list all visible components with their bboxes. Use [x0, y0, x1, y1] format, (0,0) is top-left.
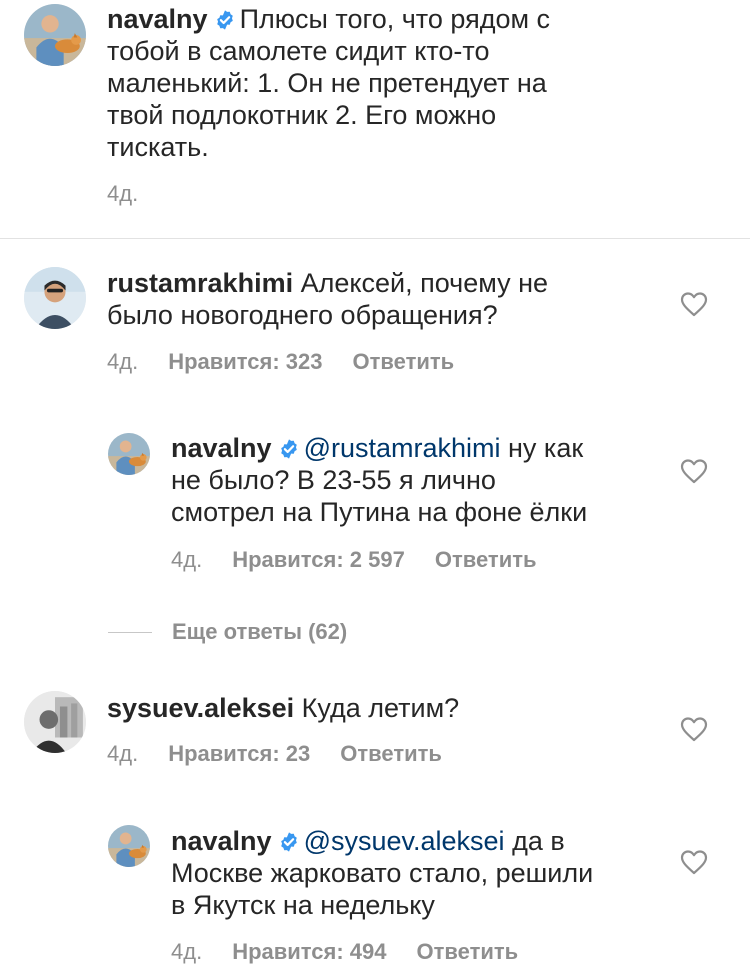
avatar[interactable] — [24, 691, 86, 753]
timestamp: 4д. — [107, 741, 139, 766]
likes-count[interactable]: Нравится: 2 597 — [232, 547, 405, 573]
username-link[interactable]: sysuev.aleksei — [107, 693, 294, 723]
username-link[interactable]: navalny — [171, 826, 272, 856]
username-link[interactable]: navalny — [171, 433, 272, 463]
comment-text: navalny @rustamrakhimi ну как не было? В … — [171, 433, 588, 527]
post-caption: navalny Плюсы того, что рядом с тобой в с… — [0, 0, 750, 238]
mention-link[interactable]: @rustamrakhimi — [304, 433, 501, 463]
heart-icon[interactable] — [680, 849, 708, 875]
avatar[interactable] — [24, 267, 86, 329]
verified-badge-icon — [214, 9, 236, 31]
divider — [0, 238, 750, 239]
verified-badge-icon — [278, 438, 300, 460]
reply-button[interactable]: Ответить — [340, 741, 442, 767]
timestamp: 4д. — [171, 547, 203, 572]
avatar[interactable] — [108, 433, 150, 475]
avatar[interactable] — [108, 825, 150, 867]
avatar-image — [24, 4, 86, 66]
reply-button[interactable]: Ответить — [435, 547, 537, 573]
comment-text: rustamrakhimi Алексей, почему не было но… — [107, 268, 549, 330]
view-more-line — [108, 632, 152, 633]
reply-button[interactable]: Ответить — [353, 349, 455, 375]
avatar-image — [108, 433, 150, 475]
view-more-replies-button[interactable]: Еще ответы (62) — [172, 619, 347, 645]
mention-link[interactable]: @sysuev.aleksei — [304, 826, 505, 856]
comment-text: sysuev.aleksei Куда летим? — [107, 693, 460, 723]
heart-icon[interactable] — [680, 458, 708, 484]
heart-icon[interactable] — [680, 291, 708, 317]
likes-count[interactable]: Нравится: 323 — [168, 349, 322, 375]
avatar-image — [24, 691, 86, 753]
timestamp: 4д. — [107, 181, 139, 206]
avatar-image — [108, 825, 150, 867]
likes-count[interactable]: Нравится: 23 — [168, 741, 310, 767]
avatar[interactable] — [24, 4, 86, 66]
comment-meta: 4д. Нравится: 494 Ответить — [171, 939, 548, 965]
comment-meta: 4д. Нравится: 23 Ответить — [107, 741, 472, 767]
verified-badge-icon — [278, 831, 300, 853]
comment-text: navalny @sysuev.aleksei да в Москве жарко… — [171, 826, 594, 920]
caption-meta: 4д. — [107, 181, 168, 207]
avatar-image — [24, 267, 86, 329]
reply-button[interactable]: Ответить — [417, 939, 519, 965]
likes-count[interactable]: Нравится: 494 — [232, 939, 386, 965]
username-link[interactable]: rustamrakhimi — [107, 268, 293, 298]
timestamp: 4д. — [171, 939, 203, 964]
username-link[interactable]: navalny — [107, 4, 208, 34]
comment-meta: 4д. Нравится: 323 Ответить — [107, 349, 484, 375]
comment-meta: 4д. Нравится: 2 597 Ответить — [171, 547, 567, 573]
timestamp: 4д. — [107, 349, 139, 374]
caption-text: navalny Плюсы того, что рядом с тобой в с… — [107, 4, 551, 162]
heart-icon[interactable] — [680, 716, 708, 742]
